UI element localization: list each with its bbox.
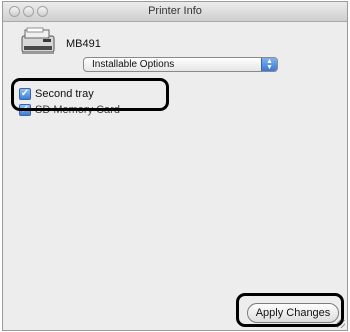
popup-arrows-icon: ▲ ▼ xyxy=(261,58,277,71)
resize-grip-icon[interactable] xyxy=(337,320,345,328)
second-tray-label: Second tray xyxy=(35,88,94,100)
option-second-tray[interactable]: ✓ Second tray xyxy=(19,87,94,101)
printer-model-name: MB491 xyxy=(66,38,101,50)
printer-icon xyxy=(21,27,55,54)
apply-changes-button[interactable]: Apply Changes xyxy=(247,303,339,323)
options-popup-menu[interactable]: Installable Options ▲ ▼ xyxy=(83,57,278,72)
sd-memory-card-label: SD Memory Card xyxy=(35,104,120,116)
sd-memory-card-checkbox[interactable]: ✓ xyxy=(19,104,31,116)
options-list: ✓ Second tray ✓ SD Memory Card xyxy=(9,76,343,290)
title-bar[interactable]: Printer Info xyxy=(3,2,347,22)
option-sd-memory-card[interactable]: ✓ SD Memory Card xyxy=(19,103,120,117)
window-title: Printer Info xyxy=(148,5,202,17)
second-tray-checkbox[interactable]: ✓ xyxy=(19,88,31,100)
popup-selected-value: Installable Options xyxy=(92,59,175,70)
printer-info-window: Printer Info MB491 Installable Options ▲… xyxy=(2,1,348,331)
